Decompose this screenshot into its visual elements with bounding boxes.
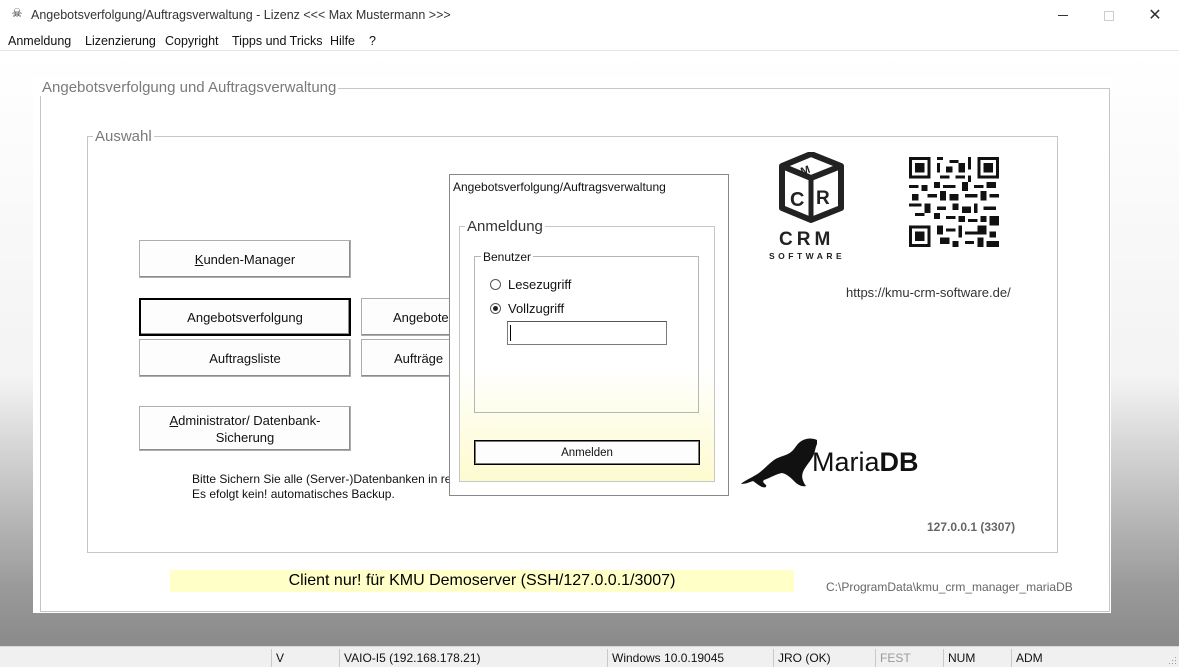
kunden-manager-label: Kunden-Manager xyxy=(194,251,296,267)
radio-lesezugriff-circle[interactable] xyxy=(490,279,501,290)
menu-anmeldung[interactable]: Anmeldung xyxy=(8,34,71,48)
data-path-label: C:\ProgramData\kmu_crm_manager_mariaDB xyxy=(826,580,1073,594)
title-bar: ☠ Angebotsverfolgung/Auftragsverwaltung … xyxy=(0,0,1179,31)
auftraege-button[interactable]: Aufträge xyxy=(361,339,461,377)
status-version: V xyxy=(271,649,339,667)
mariadb-logo-text-maria: Maria xyxy=(812,447,880,477)
resize-grip-icon[interactable] xyxy=(1167,655,1177,665)
radio-vollzugriff-label: Vollzugriff xyxy=(508,301,565,316)
close-icon: ✕ xyxy=(1148,6,1162,24)
demo-server-banner: Client nur! für KMU Demoserver (SSH/127.… xyxy=(170,570,794,592)
angebotsverfolgung-button[interactable]: Angebotsverfolgung xyxy=(139,298,351,336)
angebotsverfolgung-label: Angebotsverfolgung xyxy=(187,309,303,325)
crm-logo-text: CRM xyxy=(779,229,835,250)
auftragsliste-label: Auftragsliste xyxy=(209,350,281,366)
auftraege-label: Aufträge xyxy=(394,350,444,366)
administrator-label: Administrator/ Datenbank-Sicherung xyxy=(169,412,321,445)
qr-code-icon xyxy=(909,157,999,247)
window-title: Angebotsverfolgung/Auftragsverwaltung - … xyxy=(31,8,451,22)
status-host: VAIO-I5 (192.168.178.21) xyxy=(339,649,607,667)
mariadb-logo-text: MariaDB xyxy=(812,447,919,478)
angebote-label: Angebote xyxy=(393,309,449,325)
maximize-button[interactable] xyxy=(1086,0,1132,31)
backup-note-line2: Es efolgt kein! automatisches Backup. xyxy=(192,487,395,501)
auftragsliste-button[interactable]: Auftragsliste xyxy=(139,339,351,377)
server-address: 127.0.0.1 (3307) xyxy=(927,520,1016,534)
auswahl-group-title: Auswahl xyxy=(93,128,154,145)
menu-lizenzierung[interactable]: Lizenzierung xyxy=(85,34,156,48)
status-fest: FEST xyxy=(875,649,943,667)
login-dialog: Angebotsverfolgung/Auftragsverwaltung An… xyxy=(449,174,729,496)
status-os: Windows 10.0.19045 xyxy=(607,649,773,667)
angebote-button[interactable]: Angebote xyxy=(361,298,461,336)
kunden-manager-button[interactable]: Kunden-Manager xyxy=(139,240,351,278)
menu-copyright[interactable]: Copyright xyxy=(165,34,219,48)
status-adm: ADM xyxy=(1011,649,1167,667)
svg-text:R: R xyxy=(816,188,830,209)
radio-vollzugriff[interactable]: Vollzugriff xyxy=(490,301,564,316)
menu-hilfe[interactable]: Hilfe xyxy=(330,34,355,48)
skull-icon[interactable]: ☠ xyxy=(10,7,24,23)
password-input[interactable] xyxy=(507,321,667,345)
status-user: JRO (OK) xyxy=(773,649,875,667)
maximize-icon xyxy=(1104,10,1114,21)
administrator-button[interactable]: Administrator/ Datenbank-Sicherung xyxy=(139,406,351,451)
status-num: NUM xyxy=(943,649,1011,667)
anmelden-button[interactable]: Anmelden xyxy=(474,440,700,465)
radio-vollzugriff-circle[interactable] xyxy=(490,303,501,314)
benutzer-group-title: Benutzer xyxy=(481,250,534,264)
mariadb-logo-text-db: DB xyxy=(879,447,919,477)
outer-group-title: Angebotsverfolgung und Auftragsverwaltun… xyxy=(40,79,339,96)
radio-lesezugriff-label: Lesezugriff xyxy=(508,277,572,292)
status-bar: V VAIO-I5 (192.168.178.21) Windows 10.0.… xyxy=(0,646,1179,667)
website-link[interactable]: https://kmu-crm-software.de/ xyxy=(846,285,1011,300)
radio-lesezugriff[interactable]: Lesezugriff xyxy=(490,277,571,292)
menu-tipps-und-tricks[interactable]: Tipps und Tricks xyxy=(232,34,323,48)
menu-bar: Anmeldung Lizenzierung Copyright Tipps u… xyxy=(0,31,1179,51)
menu-question[interactable]: ? xyxy=(369,34,376,48)
anmelden-label: Anmelden xyxy=(561,446,613,459)
svg-text:C: C xyxy=(790,189,804,211)
minimize-icon xyxy=(1058,15,1068,16)
mariadb-seal-icon xyxy=(741,438,817,488)
close-button[interactable]: ✕ xyxy=(1132,0,1178,31)
dialog-title: Angebotsverfolgung/Auftragsverwaltung xyxy=(453,180,666,194)
crm-logo-subtext: SOFTWARE xyxy=(769,251,846,261)
anmeldung-group-title: Anmeldung xyxy=(465,218,545,235)
minimize-button[interactable] xyxy=(1040,0,1086,31)
backup-note-line1: Bitte Sichern Sie alle (Server-)Datenban… xyxy=(192,472,459,486)
